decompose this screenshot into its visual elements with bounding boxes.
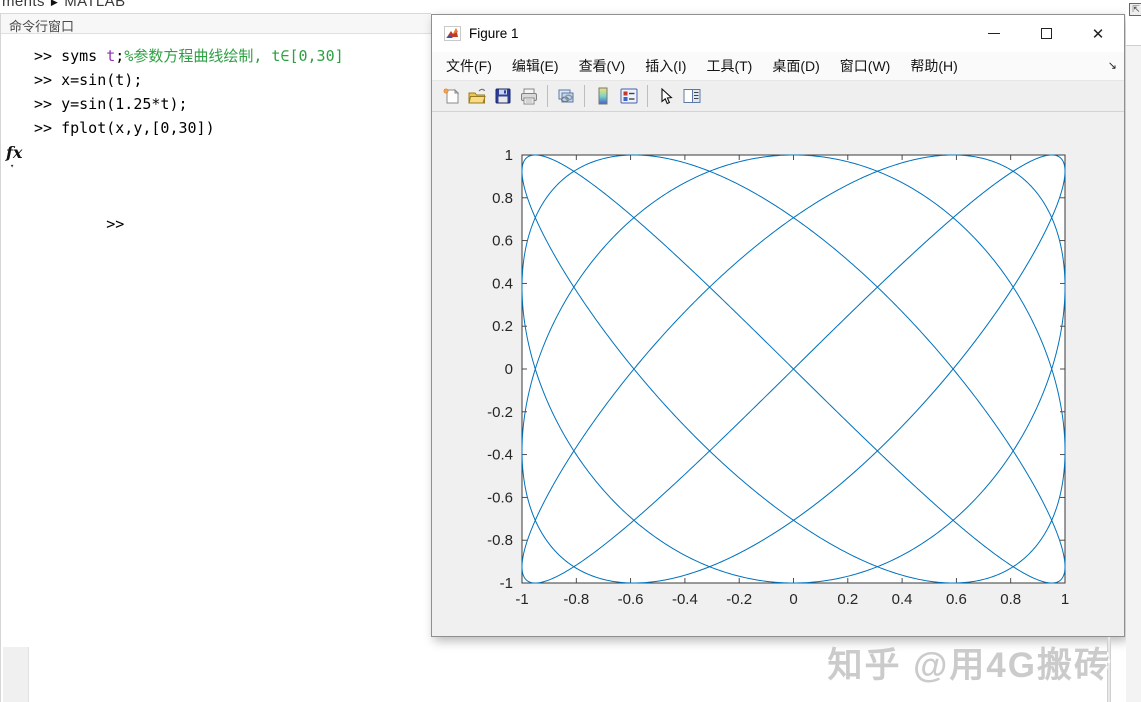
svg-text:-0.4: -0.4 [672, 591, 698, 608]
insert-colorbar-button[interactable] [590, 84, 616, 108]
figure-menubar: 文件(F) 编辑(E) 查看(V) 插入(I) 工具(T) 桌面(D) 窗口(W… [432, 52, 1124, 81]
matlab-logo-icon [444, 26, 461, 41]
insert-colorbar-icon [596, 86, 610, 106]
link-plot-icon [556, 87, 576, 106]
svg-text:-0.2: -0.2 [726, 591, 752, 608]
fx-dropdown-arrow-icon[interactable]: ▾ [10, 154, 14, 178]
svg-text:1: 1 [1061, 591, 1069, 608]
background-window-corner: ⇱ [1126, 0, 1141, 46]
menu-window[interactable]: 窗口(W) [830, 56, 901, 76]
maximize-icon [1041, 28, 1052, 39]
figure-toolbar [432, 81, 1124, 112]
menu-overflow-arrow-icon[interactable]: ↘ [1108, 59, 1117, 72]
minimize-icon [988, 33, 1000, 34]
svg-text:-1: -1 [500, 575, 513, 592]
command-line: >> syms t;%参数方程曲线绘制, t∈[0,30] [34, 44, 431, 68]
svg-text:0: 0 [505, 361, 513, 378]
figure-title: Figure 1 [469, 26, 519, 41]
watermark: 知乎 @用4G搬砖 [827, 637, 1111, 688]
breadcrumb[interactable]: ments ▶ MATLAB [0, 0, 430, 12]
menu-help[interactable]: 帮助(H) [900, 56, 967, 76]
svg-text:0.4: 0.4 [492, 275, 513, 292]
command-line: >> x=sin(t); [34, 68, 431, 92]
code-comment: %参数方程曲线绘制, t∈[0,30] [124, 47, 343, 65]
toolbar-separator [647, 85, 648, 107]
svg-text:1: 1 [505, 147, 513, 164]
breadcrumb-folder[interactable]: ments [2, 0, 45, 10]
lissajous-plot: -1 -0.8 -0.6 -0.4 -0.2 0 0.2 0.4 0.6 0.8 1 -1 -0.8 -0… [432, 112, 1124, 636]
property-editor-icon [682, 87, 702, 105]
svg-text:0: 0 [789, 591, 797, 608]
svg-text:0.6: 0.6 [946, 591, 967, 608]
insert-legend-icon [619, 87, 639, 105]
code-text: ; [115, 47, 124, 65]
open-file-button[interactable] [464, 84, 490, 108]
figure-canvas: -1 -0.8 -0.6 -0.4 -0.2 0 0.2 0.4 0.6 0.8 1 -1 -0.8 -0… [432, 112, 1124, 636]
maximize-button[interactable] [1020, 15, 1072, 52]
link-plot-button[interactable] [553, 84, 579, 108]
svg-text:0.2: 0.2 [492, 318, 513, 335]
code-text: >> x=sin(t); [34, 71, 142, 89]
menu-insert[interactable]: 插入(I) [635, 56, 696, 76]
figure-window: Figure 1 ✕ 文件(F) 编辑(E) 查看(V) 插入(I) 工具(T)… [431, 14, 1125, 637]
code-text: >> y=sin(1.25*t); [34, 95, 188, 113]
figure-titlebar[interactable]: Figure 1 ✕ [432, 15, 1124, 52]
minimize-button[interactable] [968, 15, 1020, 52]
code-variable: t [106, 47, 115, 65]
command-line: >> y=sin(1.25*t); [34, 92, 431, 116]
svg-text:-0.6: -0.6 [618, 591, 644, 608]
edit-plot-button[interactable] [653, 84, 679, 108]
new-file-icon [442, 87, 461, 106]
menu-edit[interactable]: 编辑(E) [502, 56, 569, 76]
svg-text:-1: -1 [515, 591, 528, 608]
menu-desktop[interactable]: 桌面(D) [762, 56, 829, 76]
svg-text:0.8: 0.8 [492, 190, 513, 207]
save-icon [494, 87, 512, 105]
svg-text:-0.2: -0.2 [487, 404, 513, 421]
command-window-header: 命令行窗口 [1, 13, 431, 34]
breadcrumb-arrow-icon: ▶ [51, 0, 58, 7]
toolbar-separator [547, 85, 548, 107]
partial-window-icon: ⇱ [1129, 3, 1141, 16]
command-window-panel: 命令行窗口 >> syms t;%参数方程曲线绘制, t∈[0,30] >> x… [0, 13, 431, 702]
bottom-gutter-strip [3, 647, 29, 702]
svg-text:0.6: 0.6 [492, 233, 513, 250]
close-icon: ✕ [1092, 25, 1105, 43]
command-window-title: 命令行窗口 [9, 19, 74, 34]
breadcrumb-matlab[interactable]: MATLAB [64, 0, 125, 10]
menu-view[interactable]: 查看(V) [569, 56, 636, 76]
print-icon [519, 87, 539, 106]
svg-text:0.8: 0.8 [1000, 591, 1021, 608]
command-window-body[interactable]: >> syms t;%参数方程曲线绘制, t∈[0,30] >> x=sin(t… [1, 34, 431, 260]
command-line: >> fplot(x,y,[0,30]) [34, 116, 431, 140]
screen: ments ▶ MATLAB 命令行窗口 >> syms t;%参数方程曲线绘制, … [0, 0, 1141, 702]
close-button[interactable]: ✕ [1072, 15, 1124, 52]
background-window-sliver: ⇱ [1126, 0, 1141, 702]
edit-plot-icon [658, 87, 674, 106]
svg-text:-0.6: -0.6 [487, 489, 513, 506]
svg-text:0.4: 0.4 [892, 591, 913, 608]
property-editor-button[interactable] [679, 84, 705, 108]
insert-legend-button[interactable] [616, 84, 642, 108]
code-text: >> fplot(x,y,[0,30]) [34, 119, 215, 137]
menu-tools[interactable]: 工具(T) [696, 56, 762, 76]
open-file-icon [467, 87, 487, 106]
command-prompt: >> [106, 215, 124, 233]
svg-text:0.2: 0.2 [837, 591, 858, 608]
save-button[interactable] [490, 84, 516, 108]
print-button[interactable] [516, 84, 542, 108]
toolbar-separator [584, 85, 585, 107]
svg-text:-0.8: -0.8 [563, 591, 589, 608]
code-text: >> syms [34, 47, 106, 65]
menu-file[interactable]: 文件(F) [436, 56, 502, 76]
svg-text:-0.4: -0.4 [487, 447, 513, 464]
new-file-button[interactable] [438, 84, 464, 108]
command-input-line[interactable]: fx ▾ >> [34, 140, 431, 260]
svg-text:-0.8: -0.8 [487, 532, 513, 549]
